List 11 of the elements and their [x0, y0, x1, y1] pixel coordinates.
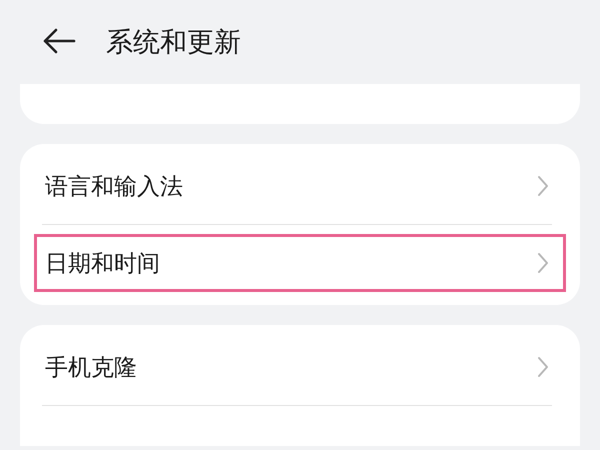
settings-item[interactable]: 手机克隆 [34, 329, 566, 405]
chevron-icon [537, 175, 549, 197]
settings-item[interactable]: 日期和时间 [34, 234, 566, 292]
chevron-icon [537, 356, 549, 378]
page-title: 系统和更新 [106, 26, 241, 60]
item-label: 语言和输入法 [45, 172, 183, 202]
chevron-icon [537, 252, 549, 274]
item-label: 日期和时间 [45, 250, 160, 278]
back-icon[interactable] [42, 28, 76, 54]
settings-item[interactable]: 语言和输入法 [34, 148, 566, 224]
item-label: 手机克隆 [45, 354, 137, 382]
